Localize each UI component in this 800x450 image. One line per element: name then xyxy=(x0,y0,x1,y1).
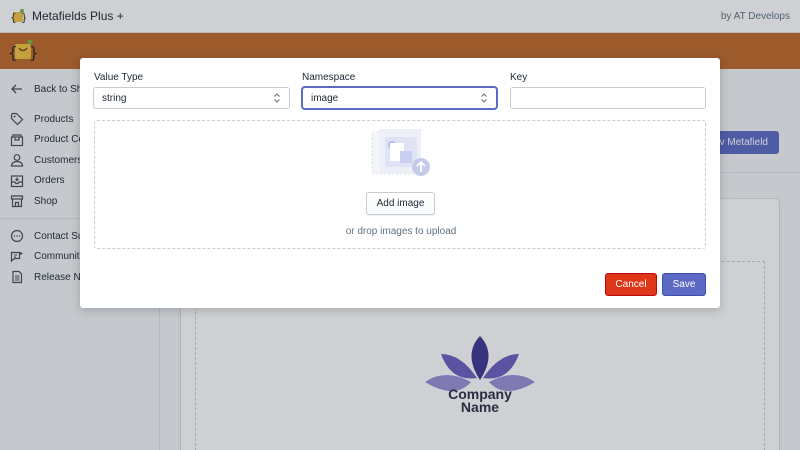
image-dropzone[interactable]: Add image or drop images to upload xyxy=(94,120,706,249)
select-arrows-icon xyxy=(274,93,280,103)
namespace-label: Namespace xyxy=(302,72,356,83)
value-type-label: Value Type xyxy=(94,72,144,83)
save-button[interactable]: Save xyxy=(662,273,706,296)
add-image-button[interactable]: Add image xyxy=(366,192,435,215)
select-arrows-icon xyxy=(481,93,487,103)
add-metafield-modal: Value Type string Namespace image Key Ad… xyxy=(80,58,720,308)
namespace-select[interactable]: image xyxy=(302,87,497,109)
image-upload-icon xyxy=(371,129,430,176)
key-input[interactable] xyxy=(510,87,706,109)
drop-hint-text: or drop images to upload xyxy=(345,226,457,237)
key-label: Key xyxy=(510,72,528,83)
namespace-selected: image xyxy=(311,92,339,104)
value-type-select[interactable]: string xyxy=(93,87,290,109)
value-type-selected: string xyxy=(102,92,127,104)
cancel-button[interactable]: Cancel xyxy=(605,273,657,296)
